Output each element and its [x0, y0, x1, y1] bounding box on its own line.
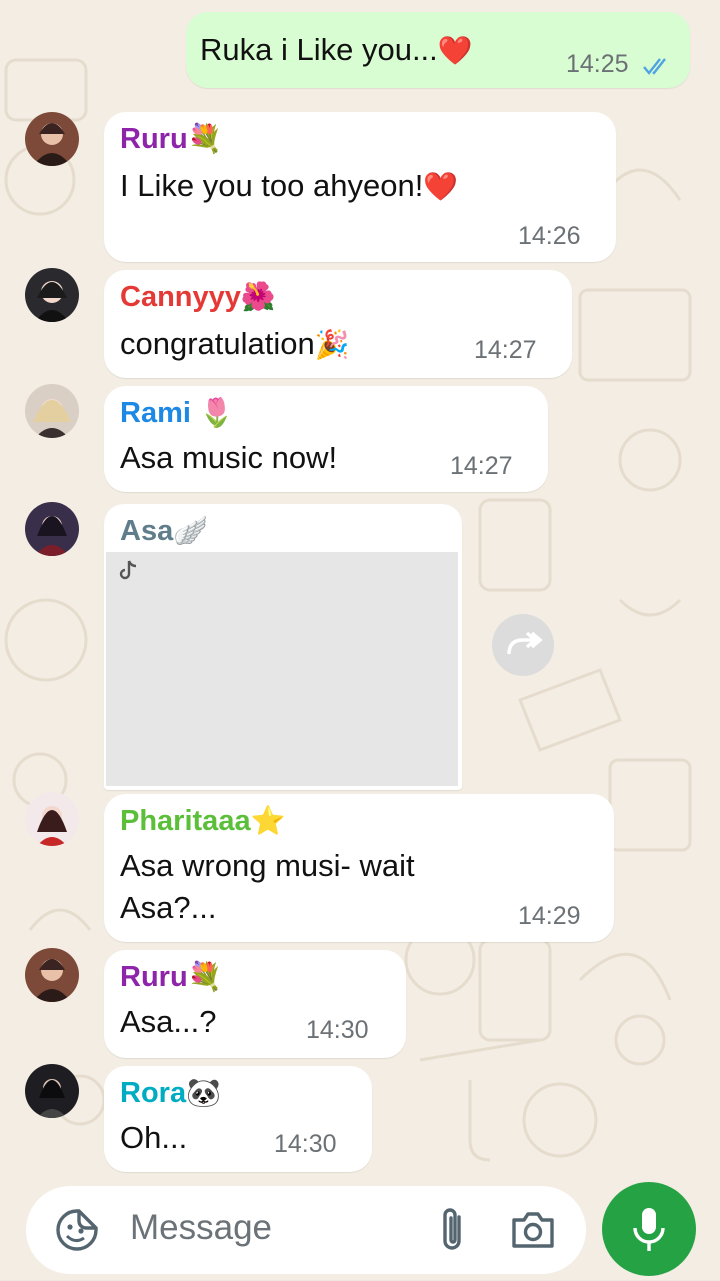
tiktok-logo-icon [119, 560, 137, 580]
video-thumbnail[interactable] [106, 552, 458, 786]
message-text-line-1: Asa wrong musi- wait [120, 848, 415, 883]
avatar-cannyyy[interactable] [25, 268, 79, 322]
message-text: Asa...? [120, 1004, 217, 1039]
hibiscus-emoji: 🌺 [240, 280, 276, 313]
double-check-read-icon [643, 58, 666, 75]
tulip-emoji: 🌷 [198, 396, 234, 429]
avatar-ruru[interactable] [25, 948, 79, 1002]
message-text: I Like you too ahyeon!❤️ [120, 168, 459, 203]
voice-message-button[interactable] [602, 1182, 696, 1276]
message-time: 14:26 [518, 222, 581, 250]
outgoing-message-bubble[interactable]: Ruka i Like you...❤️ 14:25 [186, 12, 690, 88]
sender-name: Asa🪽 [120, 514, 209, 547]
heart-emoji: ❤️ [437, 34, 473, 67]
message-text: Oh... [120, 1120, 188, 1155]
message-time: 14:27 [474, 336, 537, 364]
message-text: Ruka i Like you...❤️ [200, 32, 473, 67]
wing-emoji: 🪽 [173, 514, 209, 547]
message-input[interactable]: Message [130, 1208, 272, 1248]
message-bubble-ruru[interactable]: Ruru💐 Asa...? 14:30 [104, 950, 406, 1058]
sender-name: Pharitaaa⭐ [120, 804, 286, 837]
sender-name: Ruru💐 [120, 122, 223, 155]
message-time: 14:30 [274, 1130, 337, 1158]
party-popper-emoji: 🎉 [314, 328, 350, 361]
star-emoji: ⭐ [250, 804, 286, 837]
message-bubble-cannyyy[interactable]: Cannyyy🌺 congratulation🎉 14:27 [104, 270, 572, 378]
message-composer: Message [26, 1186, 586, 1274]
sender-name: Ruru💐 [120, 960, 223, 993]
panda-emoji: 🐼 [186, 1076, 221, 1109]
bouquet-emoji: 💐 [187, 960, 223, 993]
avatar-pharitaaa[interactable] [25, 792, 79, 846]
message-bubble-rora[interactable]: Rora🐼 Oh... 14:30 [104, 1066, 372, 1172]
heart-emoji: ❤️ [423, 170, 459, 203]
message-bubble-rami[interactable]: Rami 🌷 Asa music now! 14:27 [104, 386, 548, 492]
forward-button[interactable] [492, 614, 554, 676]
message-text-line-2: Asa?... [120, 890, 217, 925]
message-time: 14:30 [306, 1016, 369, 1044]
avatar-ruru[interactable] [25, 112, 79, 166]
message-time: 14:29 [518, 902, 581, 930]
message-time: 14:25 [566, 50, 629, 78]
sticker-smiley-icon[interactable] [54, 1207, 100, 1253]
microphone-icon [633, 1208, 665, 1251]
message-text: congratulation🎉 [120, 326, 350, 361]
message-bubble-pharitaaa[interactable]: Pharitaaa⭐ Asa wrong musi- wait Asa?... … [104, 794, 614, 942]
avatar-rora[interactable] [25, 1064, 79, 1118]
paperclip-icon[interactable] [436, 1205, 470, 1255]
message-text: Asa music now! [120, 440, 338, 475]
avatar-asa[interactable] [25, 502, 79, 556]
forward-icon [507, 631, 543, 655]
message-bubble-ruru[interactable]: Ruru💐 I Like you too ahyeon!❤️ 14:26 [104, 112, 616, 262]
message-time: 14:27 [450, 452, 513, 480]
avatar-rami[interactable] [25, 384, 79, 438]
sender-name: Rora🐼 [120, 1076, 221, 1109]
camera-icon[interactable] [510, 1210, 556, 1250]
sender-name: Cannyyy🌺 [120, 280, 276, 313]
bouquet-emoji: 💐 [187, 122, 223, 155]
sender-name: Rami 🌷 [120, 396, 234, 429]
